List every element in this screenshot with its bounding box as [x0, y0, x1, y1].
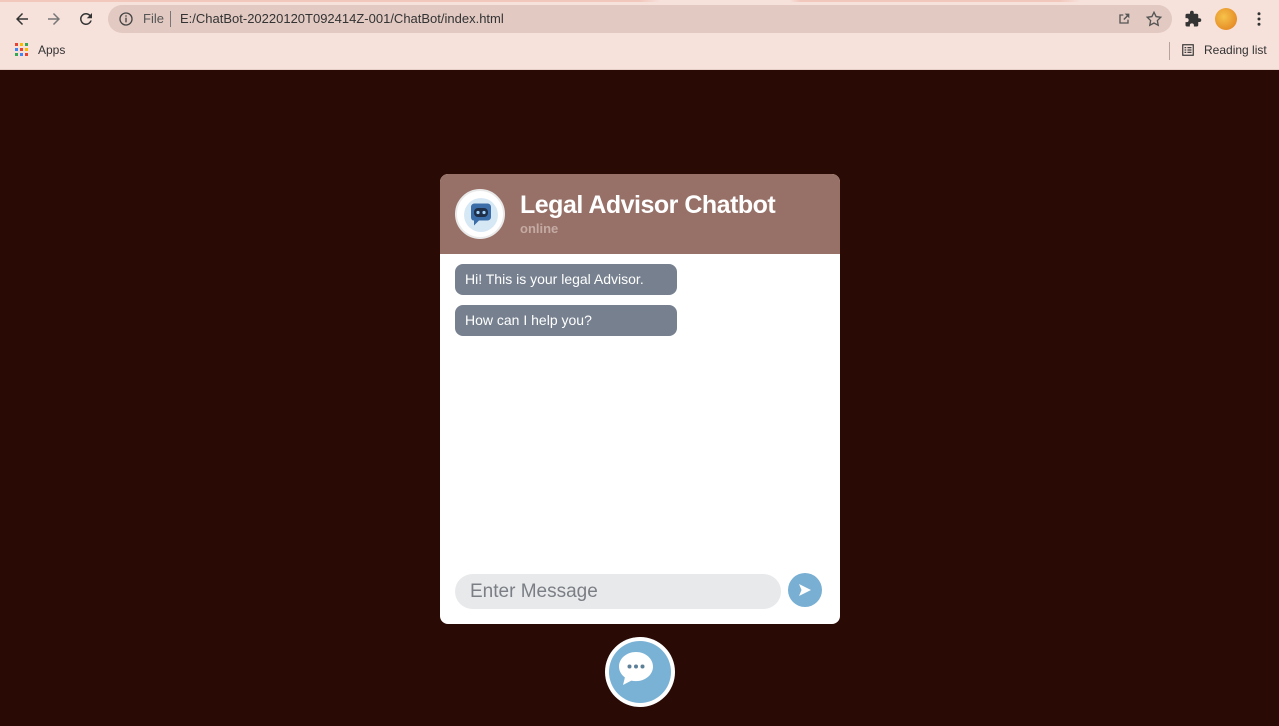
chat-launcher-button[interactable]	[605, 637, 675, 707]
message-list[interactable]: Hi! This is your legal Advisor. How can …	[440, 254, 840, 554]
scheme-divider	[170, 11, 171, 27]
chat-header: Legal Advisor Chatbot online	[440, 174, 840, 254]
tab-strip-accent	[0, 0, 1279, 2]
share-icon[interactable]	[1116, 11, 1132, 27]
bookmarks-divider	[1169, 42, 1170, 60]
reload-icon	[80, 13, 92, 25]
forward-button[interactable]	[41, 6, 67, 32]
scheme-label: File	[143, 11, 164, 26]
url-text[interactable]: E:/ChatBot-20220120T092414Z-001/ChatBot/…	[180, 11, 504, 26]
forward-icon	[48, 13, 60, 25]
chat-window: Legal Advisor Chatbot online Hi! This is…	[440, 174, 840, 624]
send-icon	[799, 584, 811, 596]
extensions-icon[interactable]	[1184, 10, 1202, 28]
chat-title: Legal Advisor Chatbot	[520, 191, 776, 219]
info-icon[interactable]	[118, 11, 134, 27]
back-icon	[16, 13, 28, 25]
apps-icon[interactable]	[15, 43, 28, 56]
bot-message: Hi! This is your legal Advisor.	[455, 264, 677, 295]
chat-status: online	[520, 221, 559, 236]
address-bar[interactable]: File E:/ChatBot-20220120T092414Z-001/Cha…	[108, 5, 1172, 33]
bot-avatar-icon	[464, 198, 498, 232]
chat-bubble-icon	[619, 652, 653, 685]
reload-button[interactable]	[73, 6, 99, 32]
reading-list-icon[interactable]	[1181, 43, 1195, 57]
apps-bookmark[interactable]: Apps	[38, 43, 65, 57]
profile-icon[interactable]	[1215, 8, 1237, 30]
menu-icon[interactable]	[1250, 9, 1268, 29]
bot-avatar	[455, 189, 505, 239]
bot-message: How can I help you?	[455, 305, 677, 336]
browser-chrome: File E:/ChatBot-20220120T092414Z-001/Cha…	[0, 0, 1279, 70]
send-button[interactable]	[788, 573, 822, 607]
bookmarks-bar: Apps Reading list	[0, 38, 1279, 64]
reading-list-button[interactable]: Reading list	[1204, 43, 1267, 57]
message-input[interactable]	[455, 574, 781, 609]
back-button[interactable]	[9, 6, 35, 32]
star-icon[interactable]	[1145, 10, 1163, 28]
